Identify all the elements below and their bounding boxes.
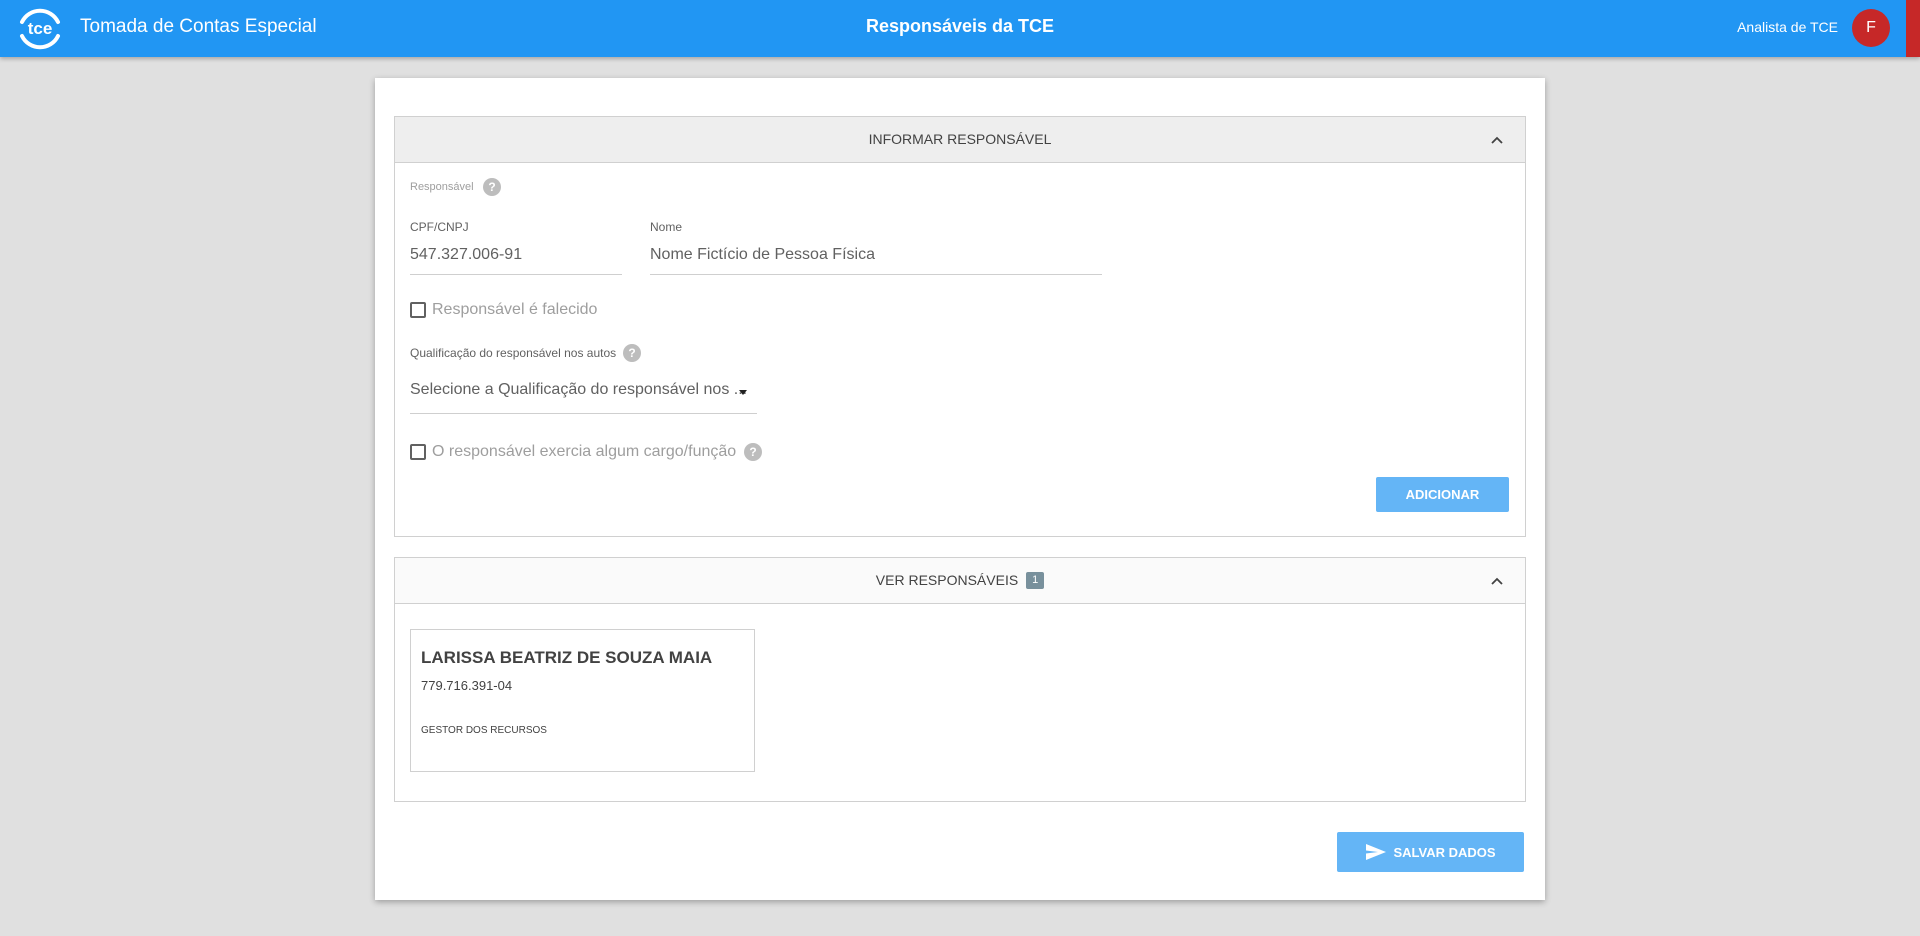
informar-responsavel-header[interactable]: INFORMAR RESPONSÁVEL [395,117,1525,163]
qualificacao-label: Qualificação do responsável nos autos [410,346,617,360]
informar-responsavel-title: INFORMAR RESPONSÁVEL [868,131,1052,147]
ver-responsaveis-title: VER RESPONSÁVEIS [875,572,1019,588]
qualificacao-selected-value: Selecione a Qualificação do responsável … [410,381,748,398]
ver-responsaveis-panel: VER RESPONSÁVEIS 1 LARISSA BEATRIZ DE SO… [394,557,1526,802]
ver-responsaveis-header[interactable]: VER RESPONSÁVEIS 1 [395,558,1525,604]
cargo-checkbox[interactable] [410,444,426,460]
send-icon [1366,844,1387,860]
app-title: Tomada de Contas Especial [80,16,317,37]
count-badge: 1 [1026,571,1045,589]
cpf-label: CPF/CNPJ [410,220,469,234]
salvar-dados-button[interactable]: SALVAR DADOS [1337,832,1524,872]
salvar-dados-label: SALVAR DADOS [1393,844,1496,860]
red-edge-strip [1906,0,1920,57]
top-app-bar: tce Tomada de Contas Especial Responsáve… [0,0,1920,57]
responsavel-section-label: Responsável [410,181,474,193]
help-icon[interactable]: ? [623,344,641,362]
user-role: Analista de TCE [1737,19,1838,35]
nome-field[interactable] [650,246,1102,275]
cpf-field[interactable] [410,246,622,275]
cargo-label[interactable]: O responsável exercia algum cargo/função [432,443,736,461]
informar-responsavel-panel: INFORMAR RESPONSÁVEL Responsável ? CPF/C… [394,116,1526,537]
caret-down-icon [739,390,747,395]
logo-icon[interactable]: tce [16,4,64,52]
responsavel-role: GESTOR DOS RECURSOS [421,725,547,736]
page-title: Responsáveis da TCE [865,16,1055,36]
responsavel-cpf: 779.716.391-04 [421,678,513,693]
falecido-label[interactable]: Responsável é falecido [432,301,597,319]
nome-label: Nome [650,220,683,234]
help-icon[interactable]: ? [744,443,762,461]
responsavel-card[interactable]: LARISSA BEATRIZ DE SOUZA MAIA 779.716.39… [410,629,755,772]
chevron-up-icon[interactable] [1487,117,1507,162]
responsavel-name: LARISSA BEATRIZ DE SOUZA MAIA [421,648,713,667]
help-icon[interactable]: ? [483,178,501,196]
chevron-up-icon[interactable] [1487,558,1507,603]
qualificacao-select[interactable]: Selecione a Qualificação do responsável … [410,381,757,414]
falecido-checkbox[interactable] [410,302,426,318]
main-card: INFORMAR RESPONSÁVEL Responsável ? CPF/C… [375,78,1545,900]
avatar[interactable]: F [1852,9,1890,47]
adicionar-button[interactable]: ADICIONAR [1376,477,1509,512]
logo-text: tce [28,19,53,38]
